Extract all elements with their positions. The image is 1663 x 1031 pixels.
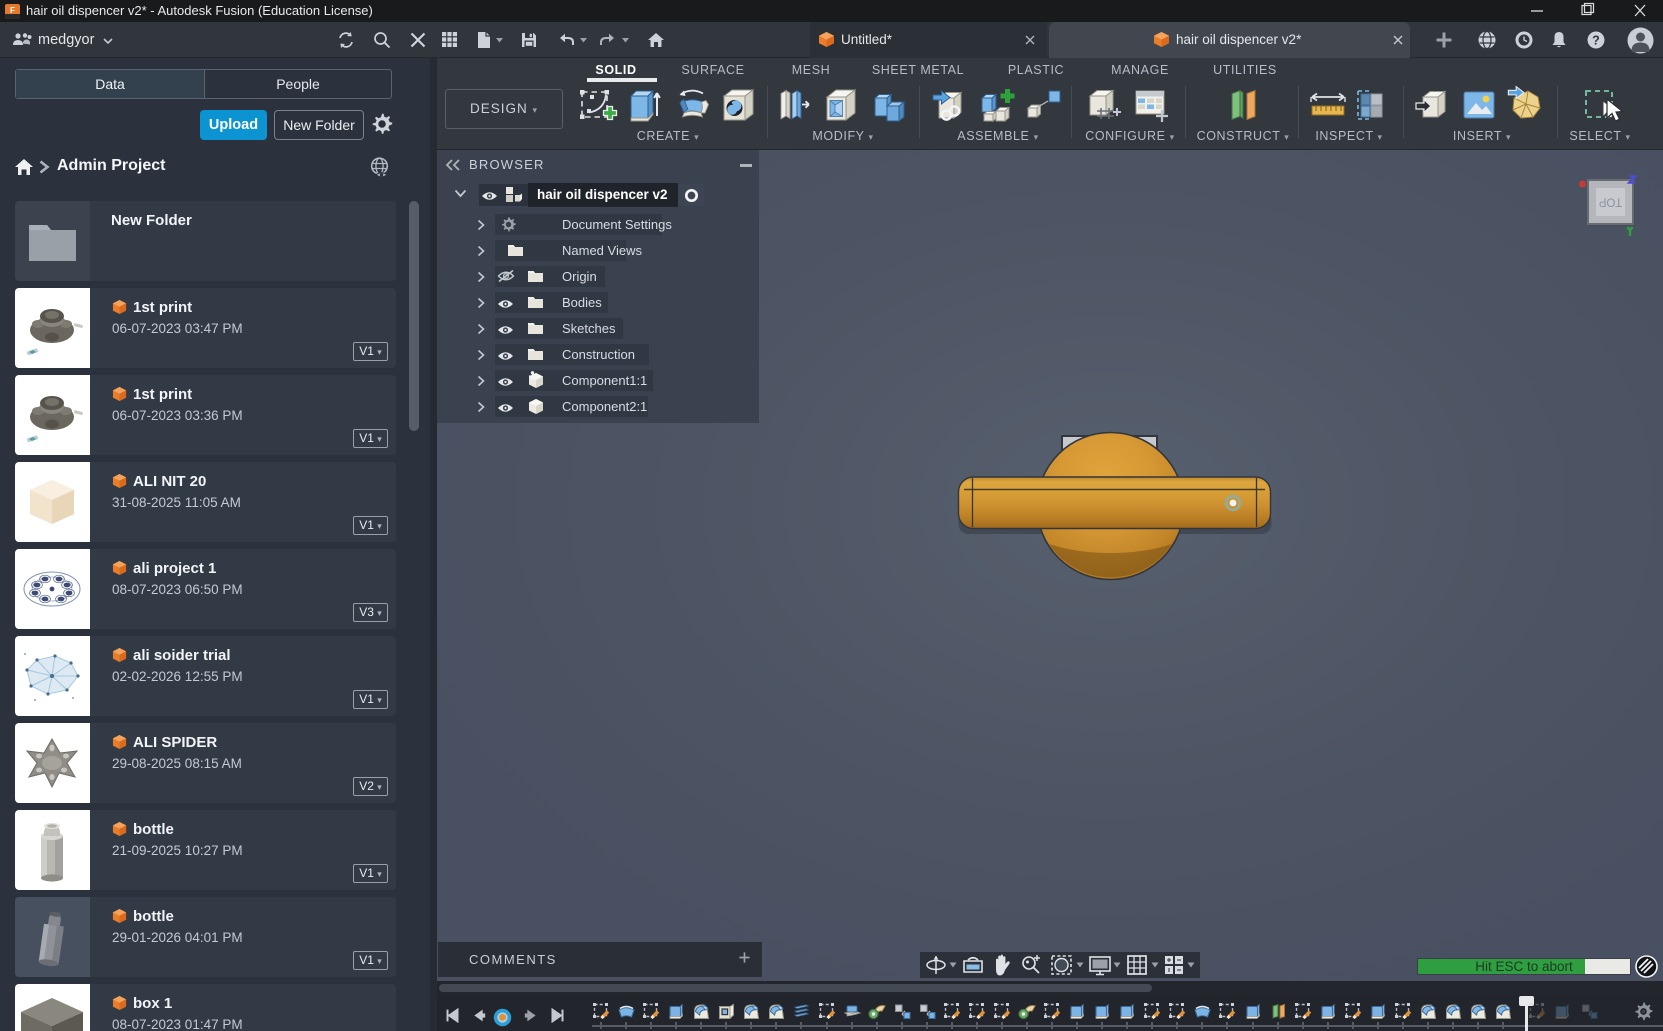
svg-text:TOP: TOP — [1598, 196, 1622, 208]
svg-text:?: ? — [1592, 34, 1600, 48]
svg-text:F: F — [10, 6, 15, 15]
